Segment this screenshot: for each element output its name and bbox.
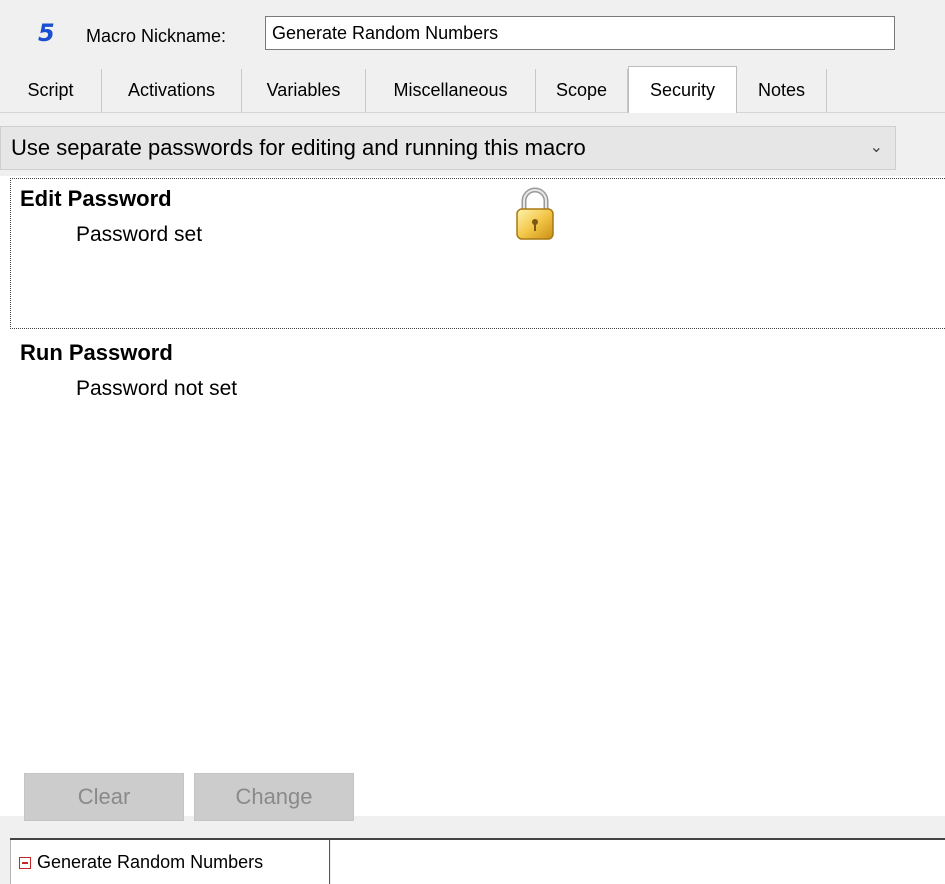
tab-script[interactable]: Script — [0, 69, 102, 112]
tab-miscellaneous[interactable]: Miscellaneous — [366, 69, 536, 112]
app-logo-icon: 5 — [38, 19, 55, 47]
tab-activations[interactable]: Activations — [102, 69, 242, 112]
clear-button[interactable]: Clear — [24, 773, 184, 821]
run-password-status: Password not set — [76, 377, 238, 400]
chevron-down-icon: ⌄ — [869, 139, 883, 156]
nickname-input[interactable] — [265, 16, 895, 50]
tab-scope[interactable]: Scope — [536, 69, 628, 112]
lock-icon — [516, 187, 554, 240]
tab-bar: Script Activations Variables Miscellaneo… — [0, 62, 945, 113]
run-password-title: Run Password — [20, 340, 173, 365]
tab-variables[interactable]: Variables — [242, 69, 366, 112]
macro-doc-icon — [19, 857, 31, 869]
tab-notes[interactable]: Notes — [737, 69, 827, 112]
edit-password-title: Edit Password — [20, 186, 172, 211]
nickname-label: Macro Nickname: — [86, 26, 227, 46]
document-tab-strip — [331, 840, 945, 884]
security-mode-select[interactable]: Use separate passwords for editing and r… — [0, 126, 896, 170]
edit-password-status: Password set — [76, 223, 203, 246]
security-panel — [0, 176, 945, 816]
macro-document-tab-label: Generate Random Numbers — [37, 852, 264, 872]
macro-header: 5 Macro Nickname: — [0, 0, 945, 62]
security-mode-value: Use separate passwords for editing and r… — [11, 135, 586, 160]
macro-document-tab[interactable]: Generate Random Numbers — [10, 840, 330, 884]
tab-security[interactable]: Security — [628, 66, 737, 113]
change-button[interactable]: Change — [194, 773, 354, 821]
